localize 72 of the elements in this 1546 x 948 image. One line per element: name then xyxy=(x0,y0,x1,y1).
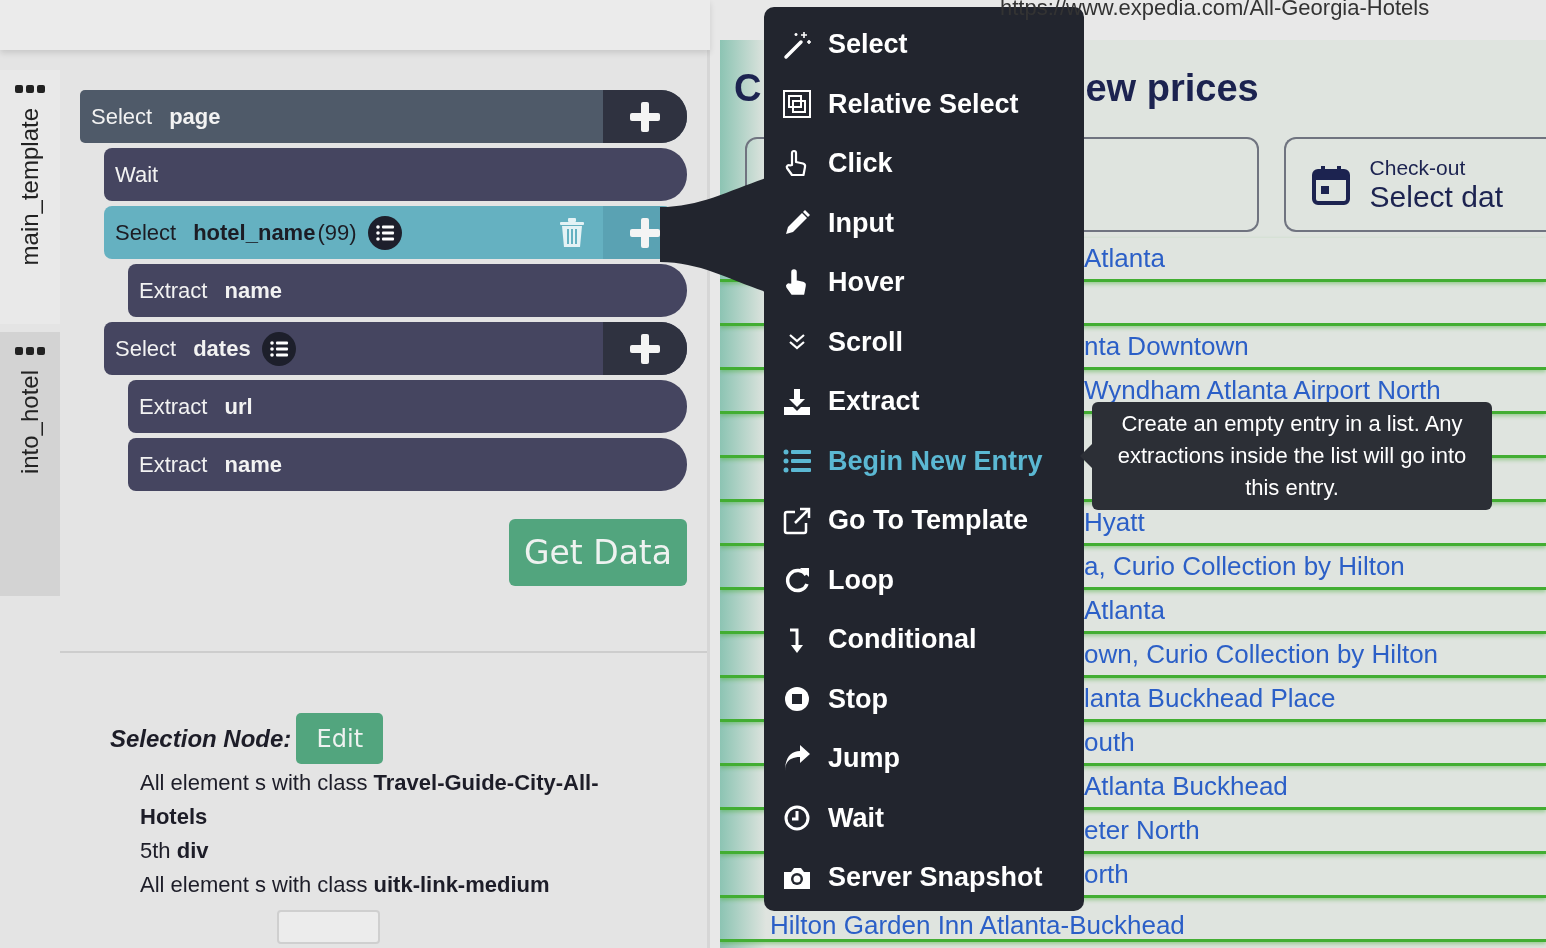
selector-line: 5th div xyxy=(140,837,210,865)
action-block[interactable]: Extract name xyxy=(128,438,687,491)
menu-item[interactable]: Extract xyxy=(764,372,1084,432)
action-label: Wait xyxy=(115,161,159,188)
download-icon xyxy=(782,386,812,417)
hotel-link[interactable]: nta Downtown xyxy=(1084,331,1249,362)
target-label: page xyxy=(169,103,221,130)
list-icon[interactable] xyxy=(367,215,402,250)
menu-item[interactable]: Stop xyxy=(764,669,1084,729)
action-block[interactable]: Select dates xyxy=(104,322,687,375)
action-label: Select xyxy=(115,219,177,246)
list-icon[interactable] xyxy=(261,331,296,366)
action-label: Extract xyxy=(139,277,208,304)
template-tab[interactable]: into_hotel xyxy=(0,332,60,596)
action-block[interactable]: Select page xyxy=(80,90,687,143)
heading-text: ew prices xyxy=(1085,67,1259,110)
action-label: Extract xyxy=(139,451,208,478)
action-block[interactable]: Extract name xyxy=(128,264,687,317)
menu-item[interactable]: Wait xyxy=(764,788,1084,848)
menu-item[interactable]: Go To Template xyxy=(764,491,1084,551)
heading-text: C xyxy=(734,67,762,110)
menu-item[interactable]: Click xyxy=(764,134,1084,194)
tooltip: Create an empty entry in a list. Any extractions inside the list will go into this entry. xyxy=(1092,402,1492,510)
target-label: dates xyxy=(193,335,251,362)
plus-icon xyxy=(630,333,660,364)
menu-item[interactable]: Loop xyxy=(764,550,1084,610)
target-label: hotel_name xyxy=(193,219,316,246)
hotel-link[interactable]: lanta Buckhead Place xyxy=(1084,683,1336,714)
plus-icon xyxy=(630,217,660,248)
add-button[interactable] xyxy=(603,322,687,375)
frame-icon xyxy=(782,89,812,120)
more-icon xyxy=(15,346,45,356)
more-icon xyxy=(15,84,45,94)
menu-item[interactable]: Jump xyxy=(764,729,1084,789)
hotel-link[interactable]: a, Curio Collection by Hilton xyxy=(1084,551,1405,582)
menu-item[interactable]: Scroll xyxy=(764,312,1084,372)
selector-line: All element s with class uitk-link-medium xyxy=(140,871,551,899)
add-button[interactable] xyxy=(603,90,687,143)
hotel-link[interactable]: Atlanta xyxy=(1084,595,1165,626)
action-block[interactable]: Extract url xyxy=(128,380,687,433)
field-value: Select dat xyxy=(1369,179,1503,214)
menu-item[interactable]: Input xyxy=(764,193,1084,253)
date-field[interactable]: Check-out Select dat xyxy=(1283,137,1546,232)
target-label: name xyxy=(224,451,282,478)
menu-item[interactable]: Relative Select xyxy=(764,74,1084,134)
hotel-link[interactable]: Hilton Garden Inn Atlanta-Buckhead xyxy=(770,911,1185,939)
menu-item[interactable]: Begin New Entry xyxy=(764,431,1084,491)
field-label: Check-out xyxy=(1369,155,1467,180)
menu-item[interactable]: Server Snapshot xyxy=(764,848,1084,908)
target-label: url xyxy=(224,393,253,420)
hotel-link[interactable]: eter North xyxy=(1084,815,1200,846)
action-label: Select xyxy=(115,335,177,362)
menu-item[interactable]: Conditional xyxy=(764,610,1084,670)
menu-item[interactable]: Hover xyxy=(764,253,1084,313)
menu-item[interactable]: Select xyxy=(764,15,1084,75)
wand-icon xyxy=(782,29,812,60)
hotel-link[interactable]: orth xyxy=(1084,859,1129,890)
template-tab[interactable]: main_template xyxy=(0,70,60,324)
plus-icon xyxy=(630,101,660,132)
hotel-link[interactable]: Atlanta xyxy=(1084,243,1165,274)
count-label: (99) xyxy=(317,219,357,246)
action-block[interactable]: Wait xyxy=(104,148,687,201)
calendar-icon xyxy=(1311,164,1350,205)
action-label: Extract xyxy=(139,393,208,420)
external-link-icon xyxy=(782,505,812,536)
action-label: Select xyxy=(91,103,153,130)
hotel-link[interactable]: Hyatt xyxy=(1084,507,1145,538)
hotel-link[interactable]: outh xyxy=(1084,727,1135,758)
section-title: Selection Node: xyxy=(110,724,292,753)
hotel-link[interactable]: Atlanta Buckhead xyxy=(1084,771,1288,802)
target-label: name xyxy=(224,277,282,304)
hotel-link[interactable]: own, Curio Collection by Hilton xyxy=(1084,639,1439,670)
